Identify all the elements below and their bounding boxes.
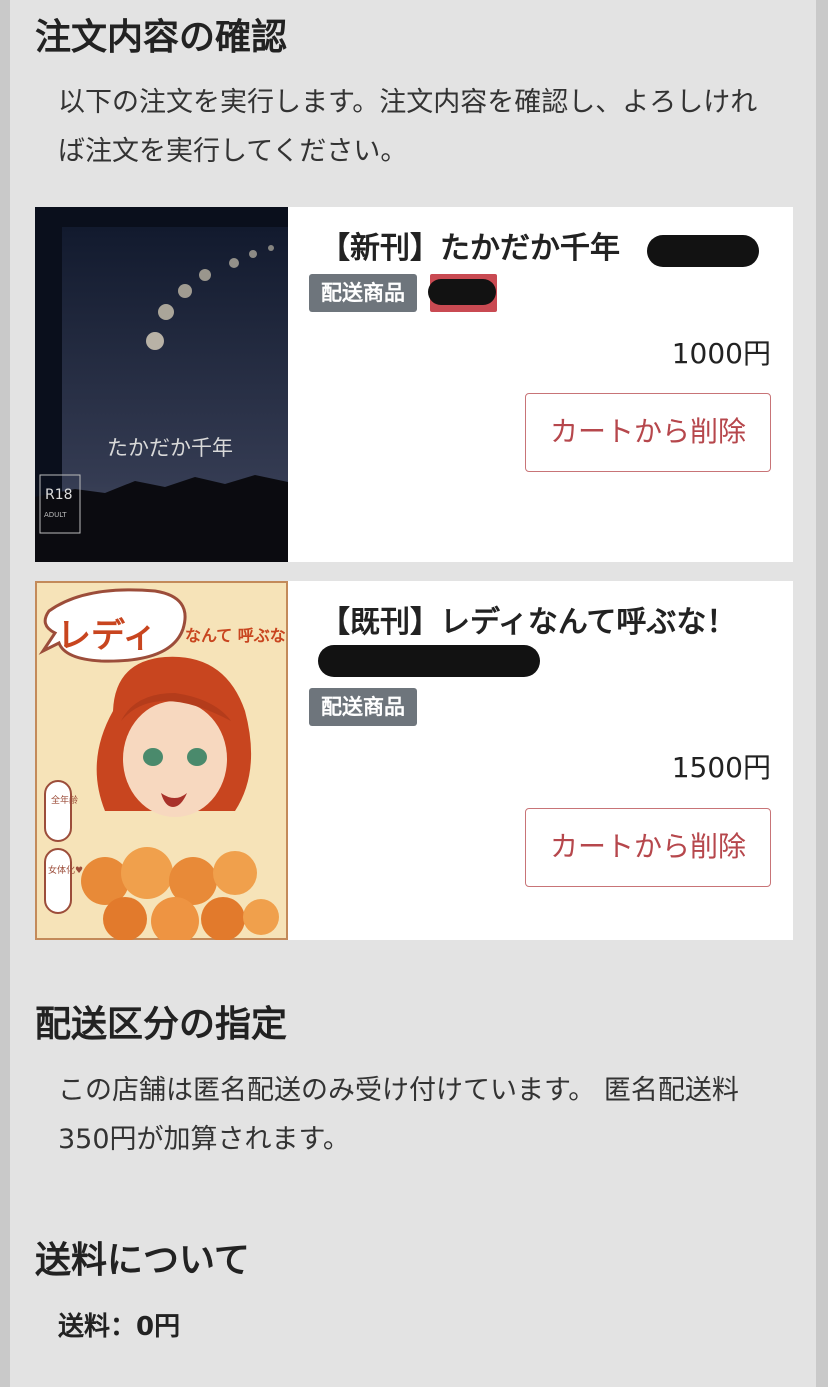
shipping-fee-line: 送料：0円: [58, 1312, 181, 1342]
item-2-cover-title: レディ: [57, 616, 157, 656]
item-1-price: 1000円: [671, 337, 771, 370]
item-2-title-redaction: [318, 645, 540, 677]
cart-item-1: たかだか千年 R18 ADULT 【新刊】たかだか千年 配送商品 1000円 カ…: [35, 207, 793, 562]
item-2-price: 1500円: [671, 751, 771, 784]
item-2-cover-image: たかだか千年 レディ なんて 呼ぶな！ 全年齢: [35, 581, 288, 940]
item-1-cover-image: たかだか千年 R18 ADULT: [35, 207, 288, 562]
order-confirmation-page: 注文内容の確認 以下の注文を実行します。注文内容を確認し、よろしければ注文を実行…: [10, 0, 816, 1387]
item-2-cover-tag-all-ages: 全年齢: [51, 794, 78, 806]
order-confirm-heading: 注文内容の確認: [35, 17, 288, 58]
item-1-remove-from-cart-button[interactable]: カートから削除: [525, 393, 771, 472]
item-1-title-redaction: [647, 235, 759, 267]
item-2-remove-from-cart-button[interactable]: カートから削除: [525, 808, 771, 887]
item-1-tag-redaction: [428, 279, 496, 305]
item-2-title: 【既刊】レディなんて呼ぶな！: [320, 605, 737, 640]
item-1-cover-rating: R18: [45, 487, 73, 503]
item-1-cover-title: たかだか千年: [107, 436, 233, 460]
item-2-shipping-badge: 配送商品: [309, 688, 417, 726]
shipping-fee-heading: 送料について: [35, 1240, 250, 1281]
order-confirm-instructions: 以下の注文を実行します。注文内容を確認し、よろしければ注文を実行してください。: [58, 87, 758, 167]
item-1-shipping-badge: 配送商品: [309, 274, 417, 312]
cart-item-2: たかだか千年 レディ なんて 呼ぶな！ 全年齢: [35, 581, 793, 940]
item-2-cover-subtitle: なんて 呼ぶな！: [185, 626, 288, 645]
item-1-cover-rating-sub: ADULT: [44, 511, 67, 519]
shipping-class-heading: 配送区分の指定: [35, 1004, 288, 1045]
shipping-class-text: この店舗は匿名配送のみ受け付けています。 匿名配送料350円が加算されます。: [58, 1075, 739, 1155]
item-2-cover-tag-genderswap: 女体化♥: [48, 864, 83, 876]
